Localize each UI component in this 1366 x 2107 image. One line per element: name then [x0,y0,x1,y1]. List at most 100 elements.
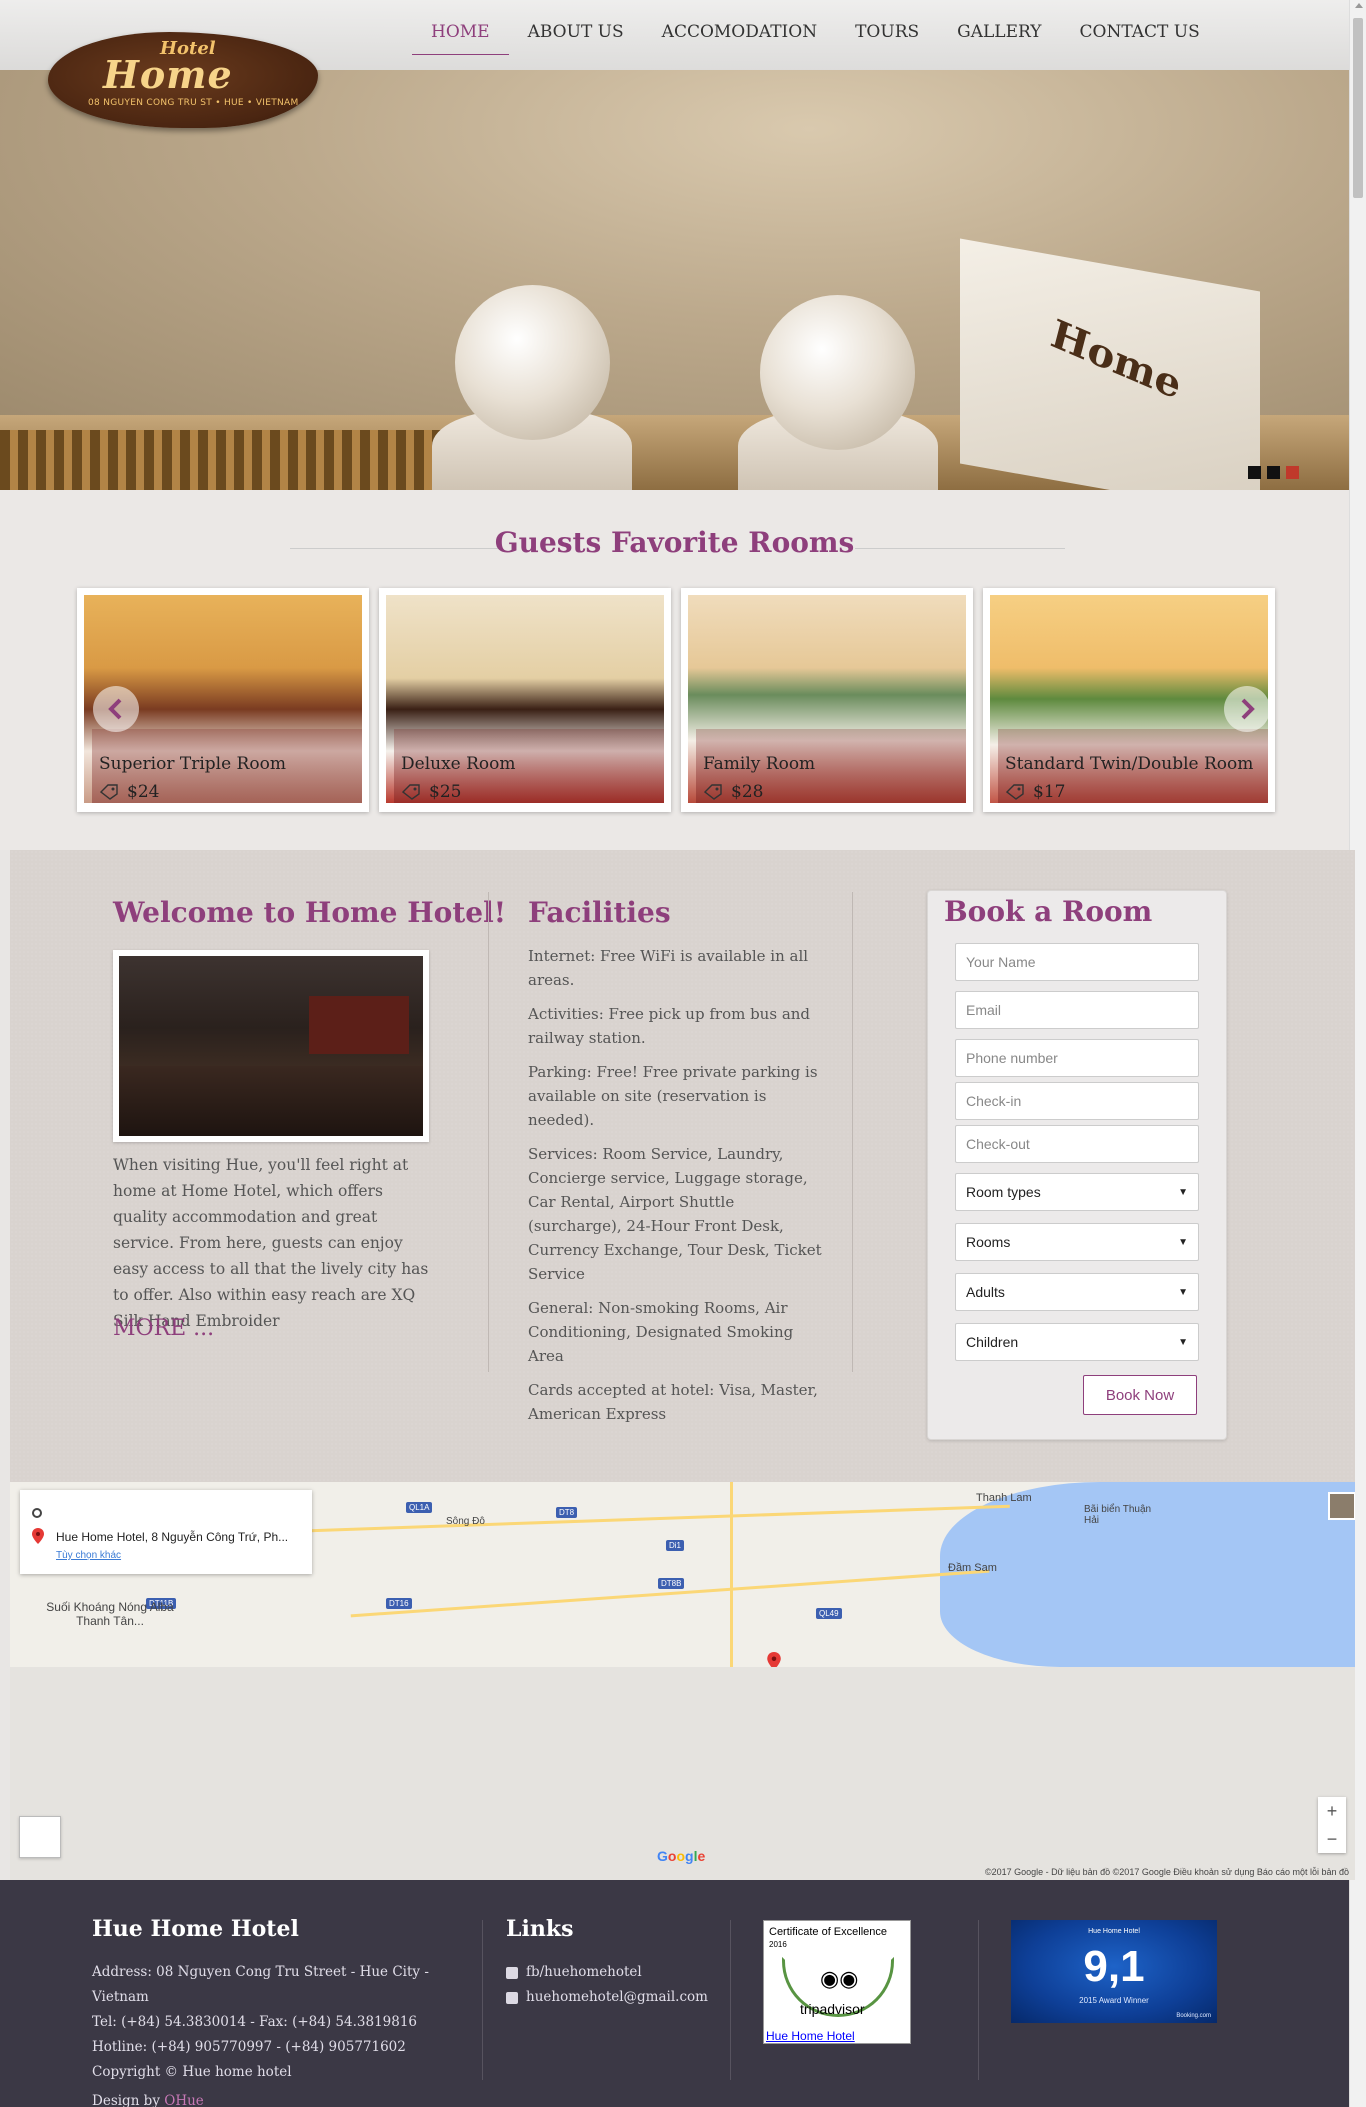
room-price: $28 [703,782,763,802]
adults-select[interactable]: Adults ▼ [955,1273,1199,1311]
book-now-button[interactable]: Book Now [1083,1375,1197,1415]
footer-divider [482,1920,483,2080]
nav-contact-us[interactable]: CONTACT US [1061,18,1219,55]
room-name[interactable]: Superior Triple Room [99,754,286,774]
map-control-box[interactable] [19,1816,61,1858]
footer-design: Design by OHue [92,2089,472,2107]
tripadvisor-badge[interactable]: Certificate of Excellence 2016 ◉◉ tripad… [763,1920,911,2044]
facility-item: Activities: Free pick up from bus and ra… [528,1005,811,1047]
map-terms[interactable]: ©2017 Google - Dữ liệu bản đồ ©2017 Goog… [985,1867,1349,1877]
more-link[interactable]: MORE ... [113,1316,214,1341]
facility-item: Services: Room Service, Laundry, Concier… [528,1145,822,1283]
footer-contact: Address: 08 Nguyen Cong Tru Street - Hue… [92,1960,472,2107]
nav-about-us[interactable]: ABOUT US [509,18,643,55]
room-price-value: $24 [127,782,160,802]
caret-down-icon: ▼ [1178,1336,1188,1348]
slider-dot[interactable] [1248,466,1261,479]
rooms-prev-button[interactable] [93,686,139,732]
price-tag-icon [1005,784,1024,800]
email-link[interactable]: huehomehotel@gmail.com [506,1985,708,2010]
zoom-controls: + − [1318,1797,1346,1853]
map-road [730,1482,733,1667]
lobby-photo-image [119,956,423,1136]
slider-dot[interactable] [1267,466,1280,479]
zoom-in-button[interactable]: + [1318,1797,1346,1825]
footer-copyright: Copyright © Hue home hotel [92,2064,292,2080]
map-label-river: Sông Đô [446,1516,485,1527]
scrollbar-thumb[interactable] [1353,18,1363,198]
column-divider [488,892,489,1372]
checkout-input[interactable]: Check-out [955,1125,1199,1163]
facebook-icon [506,1966,518,1979]
ta-hotel-link[interactable]: Hue Home Hotel [766,2029,855,2043]
checkin-input[interactable]: Check-in [955,1082,1199,1120]
chevron-right-icon [1241,698,1255,720]
price-tag-icon [401,784,420,800]
caret-down-icon: ▼ [1178,1186,1188,1198]
rooms-select[interactable]: Rooms ▼ [955,1223,1199,1261]
email-link-text: huehomehotel@gmail.com [526,1989,708,2005]
site-footer: Hue Home Hotel Address: 08 Nguyen Cong T… [0,1880,1349,2107]
lobby-sign [309,996,409,1054]
map-label-lagoon: Đầm Sam [948,1562,997,1574]
favorite-rooms-section: Guests Favorite Rooms Superior Triple Ro… [0,490,1349,850]
lobby-photo [113,950,429,1142]
room-name[interactable]: Deluxe Room [401,754,516,774]
hotel-logo[interactable]: Hotel Home 08 NGUYEN CONG TRU ST • HUE •… [48,32,318,128]
map-label-place: Suối Khoáng Nóng Alba Thanh Tân... [46,1600,174,1628]
room-card[interactable]: Family Room $28 [681,588,973,812]
zoom-out-button[interactable]: − [1318,1825,1346,1853]
map-info-card[interactable]: Hue Home Hotel, 8 Nguyễn Công Trứ, Ph...… [20,1490,312,1574]
street-view-avatar[interactable] [1328,1492,1355,1520]
footer-divider [730,1920,731,2080]
bk-score: 9,1 [1083,1942,1145,1991]
footer-design-prefix: Design by [92,2093,165,2107]
room-types-select[interactable]: Room types ▼ [955,1173,1199,1211]
room-name[interactable]: Standard Twin/Double Room [1005,754,1253,774]
facility-item: Cards accepted at hotel: Visa, Master, A… [528,1381,818,1423]
room-name[interactable]: Family Room [703,754,815,774]
nav-tours[interactable]: TOURS [836,18,938,55]
email-input[interactable]: Email [955,991,1199,1029]
facilities-list: Internet: Free WiFi is available in all … [528,944,824,1436]
footer-address: Address: 08 Nguyen Cong Tru Street - Hue… [92,1964,429,2005]
nav-gallery[interactable]: GALLERY [938,18,1060,55]
nav-accomodation[interactable]: ACCOMODATION [643,18,836,55]
name-input[interactable]: Your Name [955,943,1199,981]
welcome-title: Welcome to Home Hotel! [113,896,507,929]
map-embed[interactable]: QL1A DT8 DT8B QL49 DT16 DT11B Di1 Sông Đ… [10,1482,1355,1667]
booking-award-badge[interactable]: Hue Home Hotel 9,1 2015 Award Winner Boo… [1011,1920,1217,2023]
footer-tel: Tel: (+84) 54.3830014 - Fax: (+84) 54.38… [92,2014,418,2030]
map-options-link[interactable]: Tùy chọn khác [56,1550,121,1561]
route-label: QL1A [406,1502,433,1513]
children-select[interactable]: Children ▼ [955,1323,1199,1361]
slider-dot-active[interactable] [1286,466,1299,479]
rooms-value: Rooms [966,1234,1011,1250]
room-types-value: Room types [966,1184,1041,1200]
footer-links-title: Links [506,1916,574,1942]
bk-award: 2015 Award Winner [1079,1996,1149,2005]
route-label: DT16 [386,1598,412,1609]
slider-pagination [1248,466,1299,479]
map-pin-icon [32,1528,44,1544]
route-label: DT8 [556,1507,578,1518]
ta-brand: tripadvisor [800,2001,865,2017]
chevron-left-icon [108,698,122,720]
scroll-up-icon[interactable] [1355,3,1363,8]
phone-input[interactable]: Phone number [955,1039,1199,1077]
booking-form: Book a Room Your Name Email Phone number… [927,890,1227,1440]
hotel-marker-icon[interactable] [767,1652,781,1667]
room-card[interactable]: Deluxe Room $25 [379,588,671,812]
nav-home[interactable]: HOME [412,18,509,55]
room-price-value: $17 [1033,782,1066,802]
room-price: $17 [1005,782,1065,802]
facebook-link[interactable]: fb/huehomehotel [506,1960,708,1985]
footer-design-link[interactable]: OHue [164,2093,204,2107]
children-value: Children [966,1334,1019,1350]
hero-ornament [760,295,915,450]
map-label-beach: Bãi biển Thuận Hải [1084,1504,1152,1526]
room-price: $24 [99,782,159,802]
lobby-furniture [119,1066,423,1136]
rooms-next-button[interactable] [1224,686,1270,732]
hero-box-brand: Home [1046,310,1186,409]
